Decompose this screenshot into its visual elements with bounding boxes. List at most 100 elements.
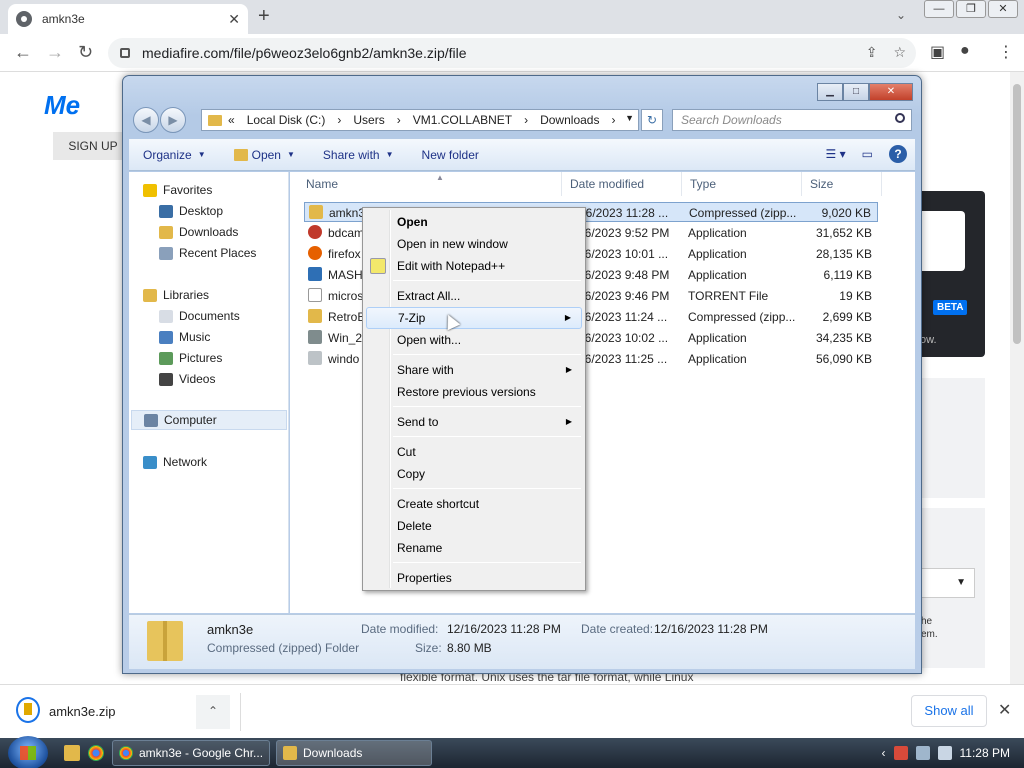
- help-icon[interactable]: ?: [889, 145, 907, 163]
- close-button[interactable]: ✕: [869, 83, 913, 101]
- lock-icon[interactable]: [120, 48, 130, 58]
- nav-libraries[interactable]: Libraries: [143, 285, 209, 305]
- refresh-button[interactable]: ↻: [641, 109, 663, 131]
- nav-downloads[interactable]: Downloads: [159, 222, 238, 242]
- chrome-quicklaunch-icon[interactable]: [88, 745, 104, 761]
- address-breadcrumb[interactable]: « Local Disk (C:) › Users › VM1.COLLABNE…: [201, 109, 639, 131]
- menu-item-share-with[interactable]: Share with ▶: [366, 359, 582, 381]
- menu-item-open-new-window[interactable]: Open in new window: [366, 233, 582, 255]
- tab-search-icon[interactable]: ⌄: [896, 8, 906, 22]
- share-icon[interactable]: ⇪: [866, 44, 878, 61]
- breadcrumb-separator[interactable]: ›: [611, 113, 615, 127]
- side-panel-icon[interactable]: ▣: [930, 42, 945, 62]
- menu-item-restore-versions[interactable]: Restore previous versions: [366, 381, 582, 403]
- clock[interactable]: 11:28 PM: [960, 746, 1010, 760]
- menu-item-create-shortcut[interactable]: Create shortcut: [366, 493, 582, 515]
- search-icon[interactable]: [895, 113, 905, 123]
- action-center-icon[interactable]: [893, 746, 908, 760]
- restore-button[interactable]: ❐: [956, 0, 986, 18]
- menu-item-send-to[interactable]: Send to ▶: [366, 411, 582, 433]
- menu-kebab-icon[interactable]: ⋮: [998, 42, 1014, 62]
- browser-tab[interactable]: amkn3e ✕: [8, 4, 248, 34]
- back-button[interactable]: ←: [14, 42, 32, 63]
- menu-item-copy[interactable]: Copy: [366, 463, 582, 485]
- back-button[interactable]: ◀: [133, 107, 159, 133]
- minimize-button[interactable]: —: [924, 0, 954, 18]
- mediafire-logo[interactable]: Me: [44, 90, 80, 121]
- tray-expand-icon[interactable]: ‹: [882, 746, 886, 760]
- start-button[interactable]: [8, 736, 48, 768]
- column-header-size[interactable]: Size: [802, 172, 882, 196]
- minimize-button[interactable]: ▁: [817, 83, 843, 101]
- menu-label: Send to: [397, 415, 439, 429]
- new-folder-button[interactable]: New folder: [422, 148, 479, 162]
- nav-videos[interactable]: Videos: [159, 369, 215, 389]
- network-tray-icon[interactable]: [915, 746, 930, 760]
- menu-item-open-with[interactable]: Open with...: [366, 329, 582, 351]
- profile-avatar-icon[interactable]: ●: [960, 42, 970, 60]
- chevron-down-icon[interactable]: ▼: [625, 113, 634, 123]
- breadcrumb-vm1-collabnet[interactable]: VM1.COLLABNET: [413, 113, 512, 127]
- menu-item-rename[interactable]: Rename: [366, 537, 582, 559]
- breadcrumb-overflow[interactable]: «: [228, 113, 235, 127]
- download-item-name[interactable]: amkn3e.zip: [49, 704, 115, 719]
- taskbar-explorer-button[interactable]: Downloads: [276, 740, 432, 766]
- menu-item-edit-notepad[interactable]: Edit with Notepad++: [366, 255, 582, 277]
- menu-item-properties[interactable]: Properties: [366, 567, 582, 589]
- organize-button[interactable]: Organize ▼: [143, 148, 206, 162]
- nav-pictures[interactable]: Pictures: [159, 348, 222, 368]
- open-button[interactable]: Open ▼: [233, 148, 295, 162]
- breadcrumb-separator[interactable]: ›: [397, 113, 401, 127]
- new-tab-button[interactable]: +: [258, 5, 270, 28]
- menu-item-extract-all[interactable]: Extract All...: [366, 285, 582, 307]
- menu-item-cut[interactable]: Cut: [366, 441, 582, 463]
- nav-favorites[interactable]: Favorites: [143, 180, 212, 200]
- search-input[interactable]: Search Downloads: [672, 109, 912, 131]
- close-button[interactable]: ✕: [988, 0, 1018, 18]
- column-header-name[interactable]: Name ▲: [298, 172, 562, 196]
- maximize-button[interactable]: □: [843, 83, 869, 101]
- divider: [240, 693, 241, 731]
- column-header-date[interactable]: Date modified: [562, 172, 682, 196]
- menu-item-7zip[interactable]: 7-Zip ▶: [366, 307, 582, 329]
- signup-button[interactable]: SIGN UP: [53, 132, 133, 160]
- bookmark-star-icon[interactable]: ☆: [893, 44, 906, 61]
- menu-item-delete[interactable]: Delete: [366, 515, 582, 537]
- breadcrumb-downloads[interactable]: Downloads: [540, 113, 599, 127]
- forward-button[interactable]: →: [46, 42, 64, 63]
- breadcrumb-users[interactable]: Users: [353, 113, 384, 127]
- breadcrumb-separator[interactable]: ›: [524, 113, 528, 127]
- close-shelf-button[interactable]: ✕: [998, 700, 1011, 720]
- nav-documents[interactable]: Documents: [159, 306, 240, 326]
- page-select[interactable]: ▼: [921, 568, 975, 598]
- volume-muted-icon[interactable]: [937, 746, 952, 760]
- preview-pane-icon[interactable]: ▭: [862, 147, 873, 161]
- page-scrollbar[interactable]: [1010, 72, 1024, 684]
- taskbar-chrome-button[interactable]: amkn3e - Google Chr...: [112, 740, 270, 766]
- nav-recent-places[interactable]: Recent Places: [159, 243, 256, 263]
- share-with-button[interactable]: Share with ▼: [323, 148, 394, 162]
- zip-folder-icon: [147, 621, 183, 661]
- nav-label: Videos: [179, 372, 216, 386]
- forward-button[interactable]: ▶: [160, 107, 186, 133]
- nav-music[interactable]: Music: [159, 327, 210, 347]
- breadcrumb-local-disk[interactable]: Local Disk (C:): [247, 113, 326, 127]
- view-options-icon[interactable]: ☰ ▾: [826, 147, 846, 161]
- pictures-icon: [159, 351, 173, 365]
- nav-label: Computer: [164, 413, 217, 427]
- download-options-button[interactable]: ⌃: [196, 695, 230, 729]
- url-text[interactable]: mediafire.com/file/p6weoz3elo6gnb2/amkn3…: [142, 45, 467, 61]
- reload-button[interactable]: ↻: [78, 42, 93, 63]
- show-all-button[interactable]: Show all: [911, 695, 987, 727]
- system-tray: ‹ 11:28 PM: [882, 738, 1024, 768]
- nav-network[interactable]: Network: [143, 452, 207, 472]
- address-bar[interactable]: mediafire.com/file/p6weoz3elo6gnb2/amkn3…: [108, 38, 916, 68]
- breadcrumb-separator[interactable]: ›: [337, 113, 341, 127]
- explorer-quicklaunch-icon[interactable]: [64, 745, 80, 761]
- nav-desktop[interactable]: Desktop: [159, 201, 223, 221]
- menu-item-open[interactable]: Open: [366, 211, 582, 233]
- details-modified-value: 12/16/2023 11:28 PM: [447, 622, 561, 636]
- column-header-type[interactable]: Type: [682, 172, 802, 196]
- tab-close-icon[interactable]: ✕: [228, 11, 240, 28]
- nav-computer[interactable]: Computer: [131, 410, 287, 430]
